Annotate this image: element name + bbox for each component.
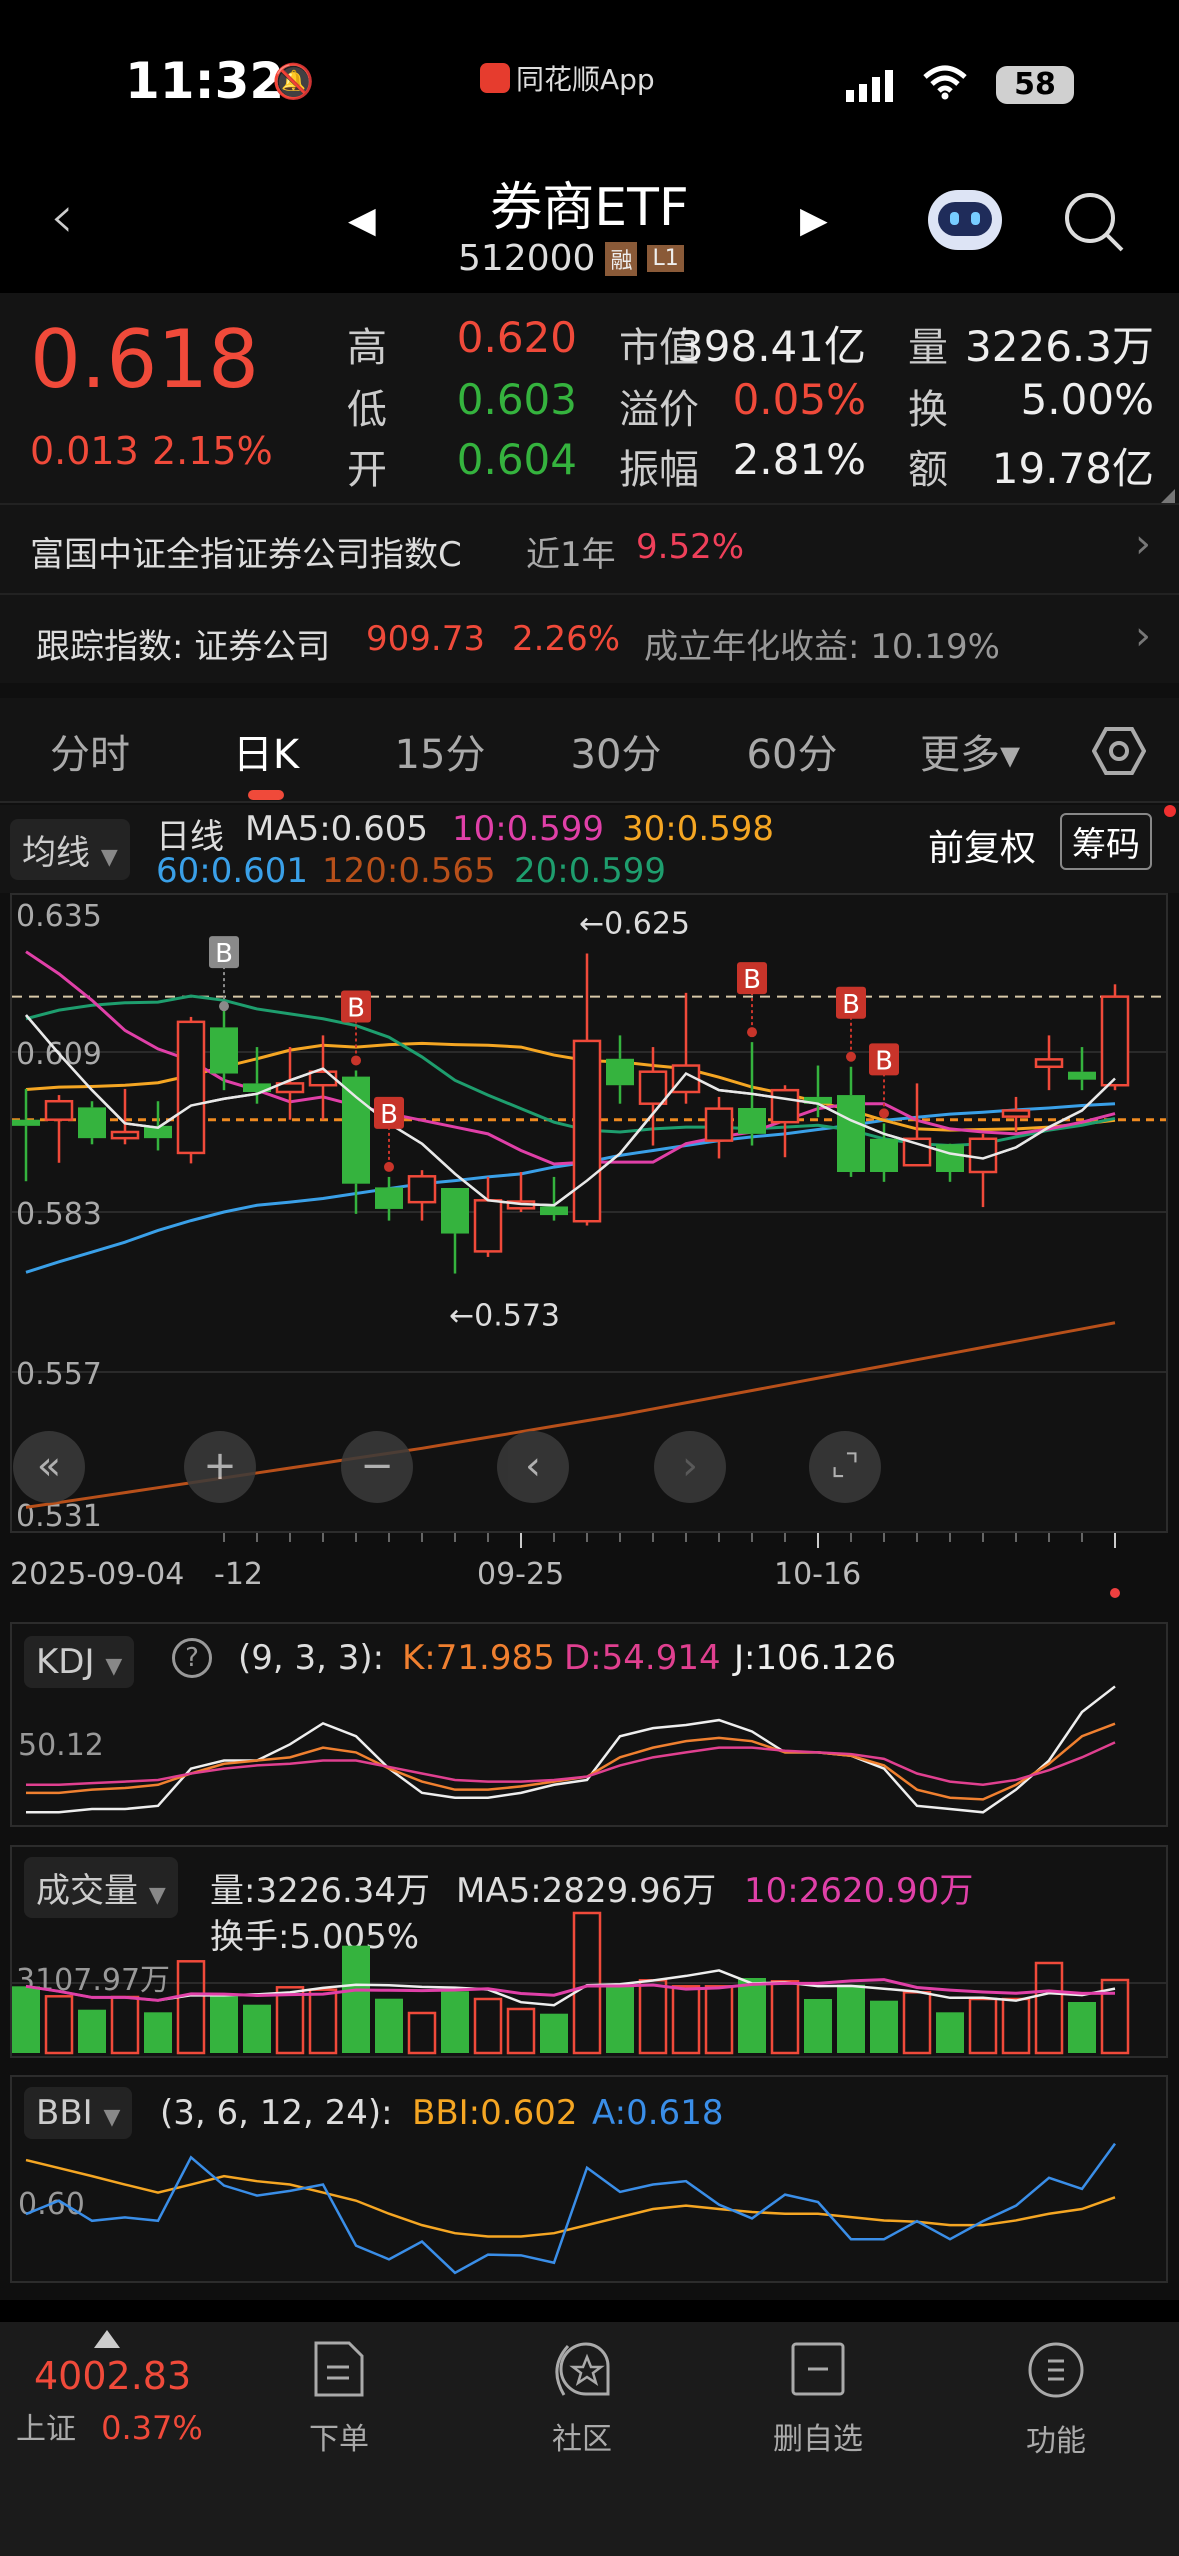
nav-order[interactable]: 下单	[259, 2340, 419, 2458]
volume-bar	[837, 1984, 865, 2053]
up-arrow-icon	[94, 2330, 120, 2348]
bbi-line	[25, 2158, 1116, 2238]
volume-bar	[342, 1945, 370, 2053]
volume-bar	[176, 1960, 206, 2055]
volume-bar	[704, 1985, 734, 2055]
volume-bar	[671, 1985, 701, 2055]
community-star-icon	[555, 2342, 610, 2396]
index-value: 4002.83	[34, 2354, 192, 2398]
volume-bar	[804, 1998, 832, 2053]
volume-bar	[638, 1979, 668, 2055]
volume-bar	[1068, 2002, 1096, 2053]
volume-bar	[473, 1997, 503, 2055]
volume-bar	[936, 2012, 964, 2053]
volume-bar	[210, 1996, 238, 2053]
kdj-j-line	[26, 1685, 1116, 1814]
volume-bar	[44, 1995, 74, 2055]
kdj-d-line	[26, 1741, 1116, 1787]
nav-community[interactable]: 社区	[502, 2340, 662, 2458]
order-document-icon	[314, 2341, 364, 2397]
volume-bar	[375, 1998, 403, 2053]
index-ticker[interactable]: 4002.83 上证 0.37%	[16, 2330, 216, 2448]
volume-bar	[275, 1986, 305, 2055]
volume-bar	[506, 2007, 536, 2055]
volume-bar	[540, 2013, 568, 2053]
volume-bar	[78, 2009, 106, 2053]
volume-bar	[441, 1991, 469, 2053]
volume-bar	[738, 1978, 766, 2053]
indicator-charts: 3107.97万	[12, 1685, 1166, 2275]
menu-circle-icon	[1028, 2342, 1084, 2398]
volume-ma5-line	[25, 1969, 1116, 2007]
volume-bar	[308, 1988, 338, 2055]
volume-bar	[606, 1986, 634, 2053]
nav-order-label: 下单	[309, 2422, 369, 2457]
volume-bar	[144, 2012, 172, 2053]
volume-bar	[12, 1986, 40, 2053]
volume-bar	[968, 1997, 998, 2055]
nav-remove-watchlist[interactable]: 删自选	[738, 2340, 898, 2458]
volume-bar	[243, 2004, 271, 2053]
index-name: 上证	[16, 2412, 76, 2447]
volume-bar	[770, 1980, 800, 2055]
kdj-k-line	[26, 1722, 1116, 1801]
divider	[0, 2300, 1179, 2322]
nav-community-label: 社区	[552, 2422, 612, 2457]
volume-bar	[407, 2011, 437, 2055]
nav-functions-label: 功能	[1026, 2424, 1086, 2459]
nav-functions[interactable]: 功能	[976, 2340, 1136, 2460]
volume-bar	[1001, 1997, 1031, 2055]
volume-bar	[1034, 1961, 1064, 2055]
index-pct: 0.37%	[101, 2409, 203, 2447]
remove-watchlist-icon	[791, 2342, 845, 2396]
volume-bar	[110, 1995, 140, 2055]
bbi-a-line	[25, 2142, 1117, 2275]
volume-bar	[870, 2000, 898, 2053]
nav-remove-watchlist-label: 删自选	[773, 2422, 863, 2457]
volume-bar	[902, 1991, 932, 2055]
